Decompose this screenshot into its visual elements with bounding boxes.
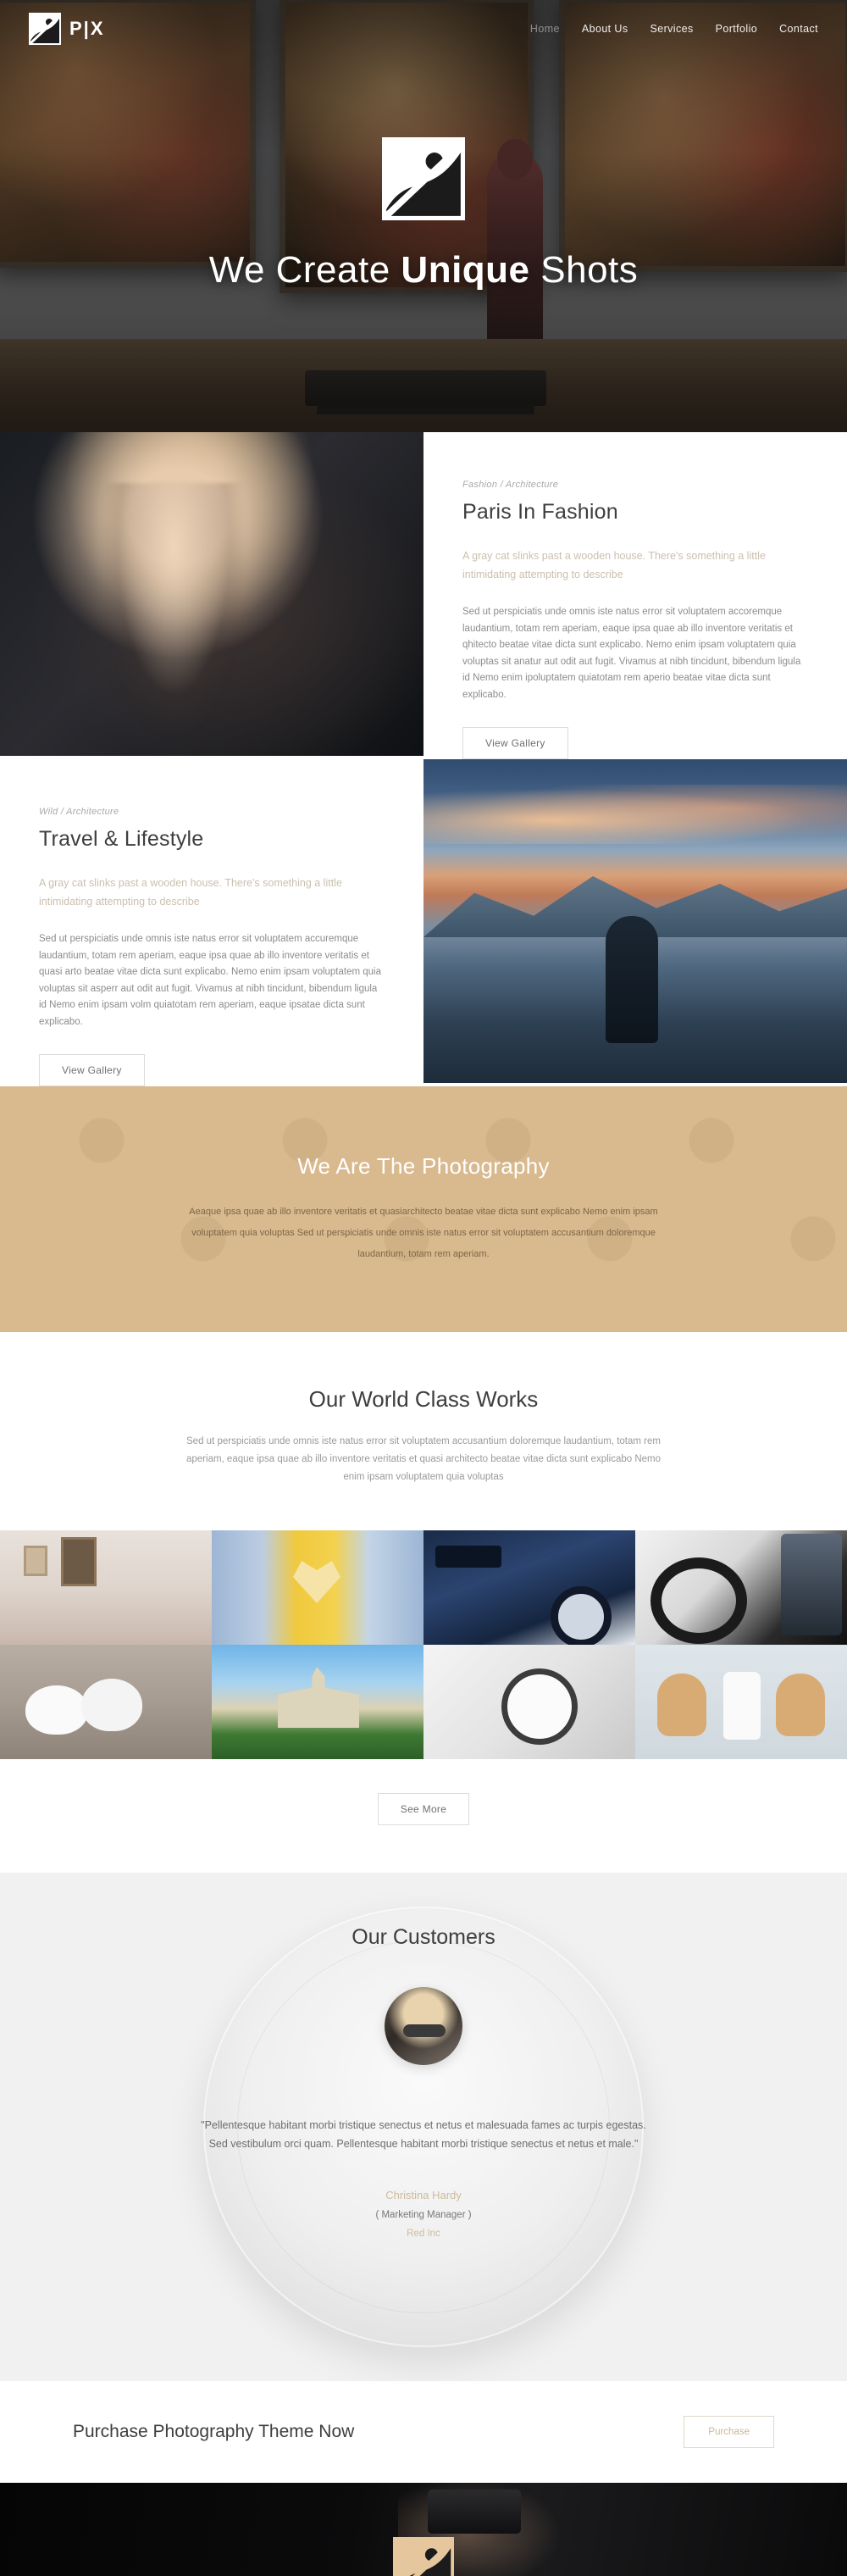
- purchase-title: Purchase Photography Theme Now: [73, 2422, 355, 2441]
- feature-text-block: Wild / Architecture Travel & Lifestyle A…: [0, 759, 424, 1086]
- customer-avatar: [385, 1987, 462, 2065]
- pix-logo-icon: [29, 13, 61, 45]
- travel-lake-photo: [424, 759, 847, 1083]
- main-nav: Home About Us Services Portfolio Contact: [530, 23, 818, 35]
- nav-item-portfolio[interactable]: Portfolio: [716, 23, 757, 35]
- feature-eyebrow: Wild / Architecture: [39, 807, 119, 817]
- feature-lede: A gray cat slinks past a wooden house. T…: [39, 877, 342, 908]
- gallery-item-geese-photo[interactable]: [0, 1645, 212, 1759]
- customer-name: Christina Hardy: [385, 2189, 462, 2201]
- feature-eyebrow: Fashion / Architecture: [462, 480, 559, 490]
- feature-body: Sed ut perspiciatis unde omnis iste natu…: [39, 934, 382, 1027]
- our-world-class-works-section: Our World Class Works Sed ut perspiciati…: [0, 1332, 847, 1530]
- tea-jar: [723, 1672, 761, 1740]
- feature-text-block: Fashion / Architecture Paris In Fashion …: [424, 432, 847, 759]
- works-text: Sed ut perspiciatis unde omnis iste natu…: [186, 1436, 662, 1482]
- feature-title: Paris In Fashion: [462, 500, 618, 524]
- nav-item-about-us[interactable]: About Us: [582, 23, 628, 35]
- banner-title: We Are The Photography: [297, 1153, 550, 1179]
- hero-pix-logo-icon: [382, 137, 465, 220]
- feature-lede: A gray cat slinks past a wooden house. T…: [462, 550, 766, 580]
- banner-text: Aeaque ipsa quae ab illo inventore verit…: [189, 1207, 658, 1259]
- portfolio-gallery-grid: [0, 1530, 847, 1759]
- gallery-item-wall-clock-photo[interactable]: [424, 1645, 635, 1759]
- footer-section: [0, 2483, 847, 2576]
- nav-item-home[interactable]: Home: [530, 23, 560, 35]
- gallery-item-blue-car-photo[interactable]: [424, 1530, 635, 1645]
- gallery-item-art-gallery-visitor-photo[interactable]: [0, 1530, 212, 1645]
- gallery-item-teddy-bears-tea-photo[interactable]: [635, 1645, 847, 1759]
- testimonial-title: Our Customers: [352, 1925, 495, 1949]
- brand-name: P|X: [69, 18, 105, 39]
- hero-title-emphasis: Unique: [401, 249, 530, 291]
- testimonial-quote: "Pellentesque habitant morbi tristique s…: [201, 2119, 646, 2150]
- see-more-button[interactable]: See More: [377, 1793, 470, 1825]
- gallery-item-hands-heart-denim-photo[interactable]: [212, 1530, 424, 1645]
- customer-role: ( Marketing Manager ): [375, 2210, 472, 2220]
- hero-content: We Create Unique Shots: [0, 137, 847, 291]
- works-title: Our World Class Works: [308, 1386, 539, 1412]
- testimonial-content: Our Customers "Pellentesque habitant mor…: [0, 1925, 847, 2239]
- purchase-button[interactable]: Purchase: [684, 2416, 774, 2448]
- hero-section: P|X Home About Us Services Portfolio Con…: [0, 0, 847, 432]
- gallery-item-headphones-tablet-photo[interactable]: [635, 1530, 847, 1645]
- gallery-item-victoria-memorial-photo[interactable]: [212, 1645, 424, 1759]
- feature-body: Sed ut perspiciatis unde omnis iste natu…: [462, 607, 801, 700]
- our-customers-section: Our Customers "Pellentesque habitant mor…: [0, 1873, 847, 2381]
- nav-item-services[interactable]: Services: [650, 23, 694, 35]
- view-gallery-button[interactable]: View Gallery: [39, 1054, 145, 1086]
- top-navigation-bar: P|X Home About Us Services Portfolio Con…: [0, 0, 847, 58]
- customer-company: Red Inc: [407, 2229, 440, 2239]
- hero-title-suffix: Shots: [529, 249, 639, 291]
- view-gallery-button[interactable]: View Gallery: [462, 727, 568, 759]
- hero-title: We Create Unique Shots: [0, 249, 847, 291]
- feature-title: Travel & Lifestyle: [39, 827, 204, 851]
- hero-title-prefix: We Create: [208, 249, 401, 291]
- feature-paris-in-fashion: Fashion / Architecture Paris In Fashion …: [0, 432, 847, 759]
- camera-body: [428, 2490, 521, 2534]
- feature-travel-lifestyle: Wild / Architecture Travel & Lifestyle A…: [0, 759, 847, 1086]
- footer-pix-logo-icon: [393, 2537, 454, 2576]
- fashion-model-photo: [0, 432, 424, 756]
- nav-item-contact[interactable]: Contact: [779, 23, 818, 35]
- we-are-the-photography-banner: We Are The Photography Aeaque ipsa quae …: [0, 1086, 847, 1332]
- purchase-cta-section: Purchase Photography Theme Now Purchase: [0, 2381, 847, 2483]
- brand-logo[interactable]: P|X: [29, 13, 105, 45]
- mountain-silhouette: [424, 876, 847, 937]
- see-more-wrapper: See More: [0, 1759, 847, 1873]
